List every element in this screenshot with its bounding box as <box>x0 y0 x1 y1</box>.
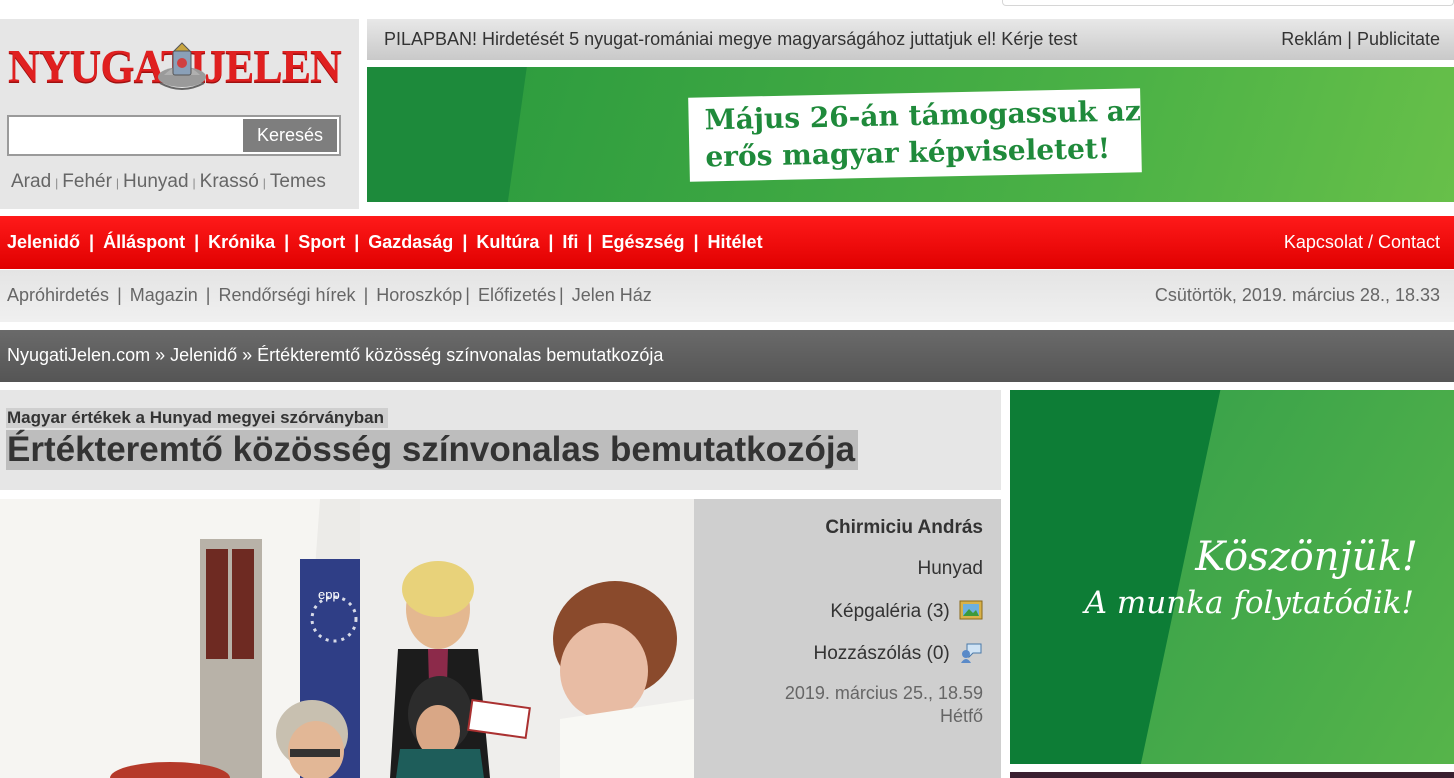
side-banner-line-1: Köszönjük! <box>1195 534 1418 580</box>
search-button[interactable]: Keresés <box>243 119 337 152</box>
separator: | <box>192 176 196 190</box>
region-link-arad[interactable]: Arad <box>11 171 51 192</box>
next-ad-edge <box>1010 772 1454 778</box>
search-form: Keresés <box>7 115 341 156</box>
article-region[interactable]: Hunyad <box>918 558 984 580</box>
comment-icon <box>961 643 982 663</box>
site-logo[interactable]: NYUGATI JELEN <box>8 37 342 97</box>
separator: | <box>462 232 468 252</box>
promo-ticker[interactable]: PILAPBAN! Hirdetését 5 nyugat-romániai m… <box>384 29 1077 50</box>
subnav-item-magazin[interactable]: Magazin <box>130 285 198 305</box>
subnav-item-aprohirdetes[interactable]: Apróhirdetés <box>7 285 109 305</box>
region-link-feher[interactable]: Fehér <box>62 171 112 192</box>
separator: | <box>205 285 211 305</box>
separator: | <box>465 285 470 305</box>
nav-item-kronika[interactable]: Krónika <box>208 232 275 252</box>
publish-weekday: Hétfő <box>939 706 983 726</box>
separator: | <box>89 232 95 252</box>
nav-item-gazdasag[interactable]: Gazdaság <box>368 232 453 252</box>
top-dropdown-edge <box>1002 0 1454 6</box>
main-nav-items: Jelenidő | Álláspont | Krónika | Sport | Gazdasá… <box>7 232 763 253</box>
breadcrumb-text[interactable]: NyugatiJelen.com » Jelenidő » Értékterem… <box>7 345 663 366</box>
region-link-krasso[interactable]: Krassó <box>200 171 259 192</box>
nav-item-allaspont[interactable]: Álláspont <box>103 232 185 252</box>
nav-item-hitelet[interactable]: Hitélet <box>708 232 763 252</box>
separator: | <box>55 176 59 190</box>
region-link-hunyad[interactable]: Hunyad <box>123 171 189 192</box>
subnav-item-rendorsegi-hirek[interactable]: Rendőrségi hírek <box>218 285 355 305</box>
svg-text:epp: epp <box>318 587 340 602</box>
subnav-item-jelen-haz[interactable]: Jelen Ház <box>572 285 652 305</box>
page: NYUGATI JELEN Keresés Arad | Fehér | Hunyad |… <box>0 0 1454 778</box>
nav-item-jelenido[interactable]: Jelenidő <box>7 232 80 252</box>
nav-item-sport[interactable]: Sport <box>298 232 345 252</box>
separator: | <box>559 285 564 305</box>
separator: | <box>115 176 120 190</box>
banner-card: Május 26-án támogassuk az erős magyar ké… <box>688 88 1142 182</box>
header-left-panel: NYUGATI JELEN Keresés Arad | Fehér | Hunyad |… <box>0 19 359 209</box>
article-header: Magyar értékek a Hunyad megyei szórványb… <box>0 390 1001 490</box>
region-links: Arad | Fehér | Hunyad | Krassó | Temes <box>11 171 326 193</box>
subnav-item-horoszkop[interactable]: Horoszkóp <box>376 285 462 305</box>
current-date: Csütörtök, 2019. március 28., 18.33 <box>1154 285 1440 305</box>
comments-link[interactable]: Hozzászólás (0) <box>814 641 984 665</box>
comments-label: Hozzászólás (0) <box>813 643 950 664</box>
search-input[interactable] <box>11 119 239 152</box>
separator: | <box>354 232 360 252</box>
article-kicker: Magyar értékek a Hunyad megyei szórványb… <box>6 408 388 428</box>
side-ad-banner[interactable]: Köszönjük! A munka folytatódik! <box>1010 390 1454 764</box>
ad-links[interactable]: Reklám | Publicitate <box>1281 29 1440 50</box>
nav-item-kultura[interactable]: Kultúra <box>476 232 539 252</box>
contact-link[interactable]: Kapcsolat / Contact <box>1284 232 1440 253</box>
gallery-link[interactable]: Képgaléria (3) <box>830 599 983 623</box>
secondary-nav-items: Apróhirdetés | Magazin | Rendőrségi hírek | Ho… <box>7 285 652 306</box>
article-title: Értékteremtő közösség színvonalas bemuta… <box>6 430 859 470</box>
article-meta: Chirmiciu András Hunyad Képgaléria (3) H… <box>694 499 1001 778</box>
banner-line-1: Május 26-án támogassuk az <box>704 94 1142 137</box>
article-photo[interactable]: epp <box>0 499 694 778</box>
article-author[interactable]: Chirmiciu András <box>825 517 983 539</box>
main-nav: Jelenidő | Álláspont | Krónika | Sport | Gazdasá… <box>0 216 1454 269</box>
banner-line-2: erős magyar képviseletet! <box>705 131 1111 174</box>
separator: | <box>262 176 266 190</box>
separator: | <box>587 232 593 252</box>
nav-item-ifi[interactable]: Ifi <box>562 232 578 252</box>
separator: | <box>548 232 554 252</box>
emblem-icon <box>158 42 206 90</box>
separator: | <box>284 232 290 252</box>
side-banner-line-2: A munka folytatódik! <box>1084 585 1414 621</box>
secondary-nav: Apróhirdetés | Magazin | Rendőrségi hírek | Ho… <box>0 270 1454 322</box>
separator: | <box>693 232 699 252</box>
region-link-temes[interactable]: Temes <box>270 171 326 192</box>
promo-bar: PILAPBAN! Hirdetését 5 nyugat-romániai m… <box>367 19 1454 60</box>
photo-illustration: epp <box>0 499 694 778</box>
publish-date: 2019. március 25., 18.59 <box>784 683 983 703</box>
gallery-icon <box>959 600 983 620</box>
breadcrumb: NyugatiJelen.com » Jelenidő » Értékterem… <box>0 330 1454 382</box>
subnav-item-elofizetes[interactable]: Előfizetés <box>478 285 556 305</box>
top-ad-banner[interactable]: Május 26-án támogassuk az erős magyar ké… <box>367 67 1454 202</box>
separator: | <box>363 285 369 305</box>
gallery-label: Képgaléria (3) <box>830 601 950 622</box>
nav-item-egeszseg[interactable]: Egészség <box>601 232 684 252</box>
separator: | <box>117 285 122 305</box>
logo-text-right: JELEN <box>204 40 342 93</box>
separator: | <box>194 232 200 252</box>
